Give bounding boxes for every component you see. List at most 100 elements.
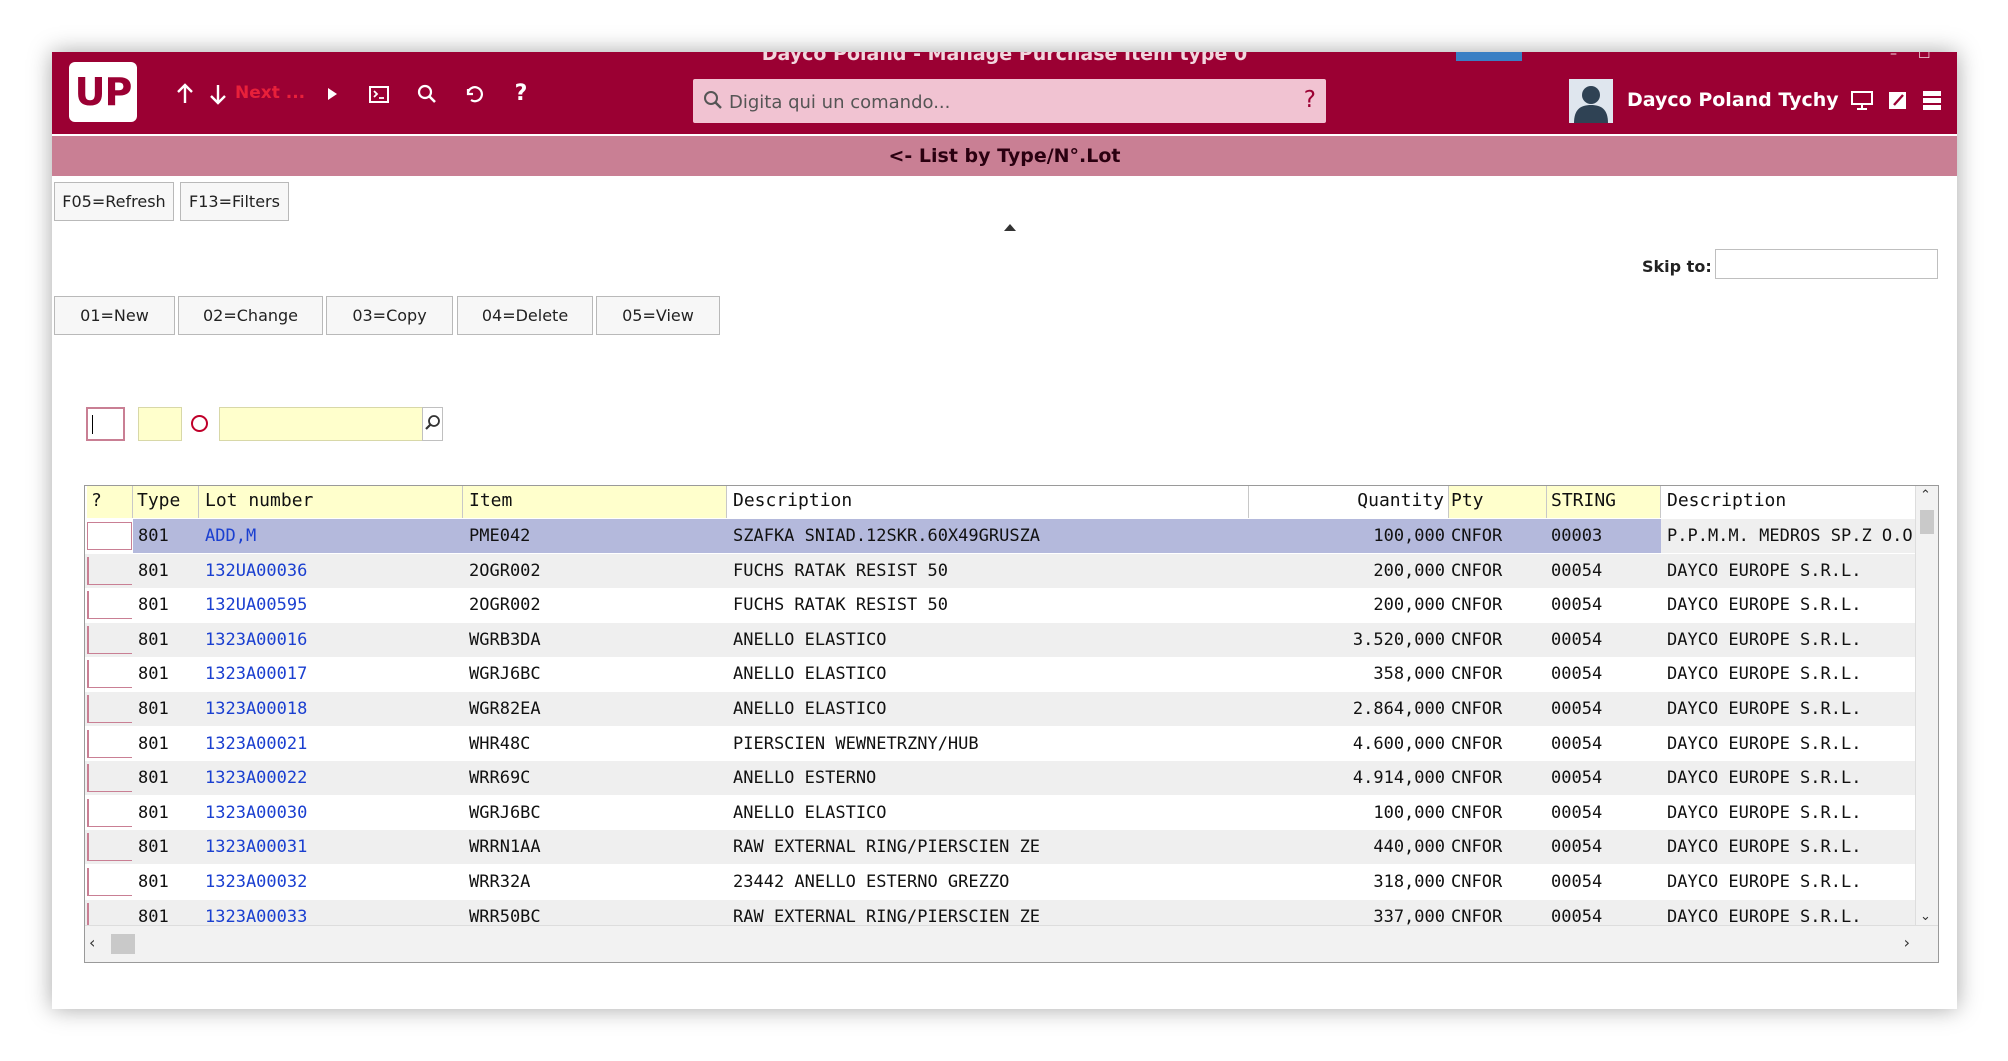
top-toolbar: Dayco Poland - Manage Purchase Item type…	[52, 52, 1957, 134]
collapse-caret-icon[interactable]	[1004, 224, 1016, 231]
cell-item: WGRB3DA	[469, 629, 541, 650]
column-header-option[interactable]: ?	[87, 486, 133, 518]
table-row[interactable]: 801 1323A00016 WGRB3DA ANELLO ELASTICO 3.520…	[85, 622, 1915, 657]
column-header-string[interactable]: STRING	[1547, 486, 1661, 518]
skip-to-input[interactable]	[1715, 249, 1938, 279]
lot-number-link[interactable]: 1323A00016	[199, 623, 463, 657]
scroll-down-icon[interactable]: ⌄	[1920, 909, 1931, 924]
row-option-input[interactable]	[87, 798, 132, 827]
undo-icon[interactable]	[459, 79, 489, 109]
table-row[interactable]: 801 132UA00036 2OGR002 FUCHS RATAK RESIST 5…	[85, 553, 1915, 588]
row-option-input[interactable]	[87, 833, 132, 862]
row-option-input[interactable]	[87, 660, 132, 689]
menu-icon[interactable]	[1920, 88, 1944, 112]
table-row[interactable]: 801 ADD,M PME042 SZAFKA SNIAD.12SKR.60X49GR…	[85, 519, 1919, 553]
lot-number-link[interactable]: ADD,M	[199, 519, 463, 553]
cell-description: ANELLO ELASTICO	[733, 699, 887, 719]
cell-quantity: 3.520,000	[1352, 629, 1445, 650]
command-input[interactable]	[727, 79, 1291, 125]
new-button[interactable]: 01=New	[54, 296, 175, 335]
next-button[interactable]: Next ...	[235, 83, 305, 103]
column-header-type[interactable]: Type	[133, 486, 199, 518]
type-filter-input[interactable]	[138, 407, 182, 441]
column-header-pty[interactable]: Pty	[1449, 486, 1547, 518]
lot-number-link[interactable]: 1323A00022	[199, 761, 463, 795]
row-option-input[interactable]	[87, 591, 132, 620]
table-row[interactable]: 801 1323A00022 WRR69C ANELLO ESTERNO 4.914,0…	[85, 761, 1915, 796]
radio-option-icon[interactable]	[191, 415, 208, 432]
maximize-button[interactable]: ☐	[1918, 52, 1931, 62]
search-icon[interactable]	[412, 79, 442, 109]
lot-filter-input[interactable]	[219, 407, 424, 441]
lot-number-link[interactable]: 132UA00595	[199, 588, 463, 622]
cell-pty: CNFOR	[1451, 595, 1503, 616]
cell-string: 00054	[1551, 768, 1603, 789]
cell-string: 00054	[1551, 560, 1603, 581]
minimize-button[interactable]: –	[1890, 52, 1897, 62]
table-row[interactable]: 801 1323A00018 WGR82EA ANELLO ELASTICO 2.864…	[85, 692, 1915, 726]
lot-number-link[interactable]: 1323A00031	[199, 830, 463, 864]
scroll-right-icon[interactable]: ›	[1904, 933, 1910, 952]
refresh-button[interactable]: F05=Refresh	[54, 182, 174, 221]
cell-item: WRRN1AA	[469, 837, 541, 858]
option-filter-input[interactable]	[86, 407, 125, 441]
window-title: Dayco Poland - Manage Purchase Item type…	[761, 52, 1248, 65]
change-button[interactable]: 02=Change	[178, 296, 323, 335]
column-header-description[interactable]: Description	[727, 486, 1249, 518]
column-header-item[interactable]: Item	[463, 486, 727, 518]
command-help-icon[interactable]: ?	[1304, 87, 1316, 113]
cell-description2: DAYCO EUROPE S.R.L.	[1667, 733, 1862, 754]
lot-number-link[interactable]: 1323A00032	[199, 865, 463, 899]
table-row[interactable]: 801 1323A00021 WHR48C PIERSCIEN WEWNETRZNY/…	[85, 726, 1915, 761]
lot-number-link[interactable]: 1323A00017	[199, 657, 463, 691]
lot-number-link[interactable]: 1323A00030	[199, 796, 463, 830]
lot-number-link[interactable]: 132UA00036	[199, 554, 463, 588]
cell-description: 23442 ANELLO ESTERNO GREZZO	[733, 872, 1010, 892]
table-row[interactable]: 801 1323A00017 WGRJ6BC ANELLO ELASTICO 358,0…	[85, 657, 1915, 692]
command-bar[interactable]: ?	[693, 79, 1326, 125]
lookup-button[interactable]	[422, 407, 443, 441]
monitor-icon[interactable]	[1850, 88, 1874, 112]
row-option-input[interactable]	[87, 522, 132, 550]
row-option-input[interactable]	[87, 868, 132, 896]
edit-icon[interactable]	[1886, 88, 1910, 112]
table-row[interactable]: 801 1323A00031 WRRN1AA RAW EXTERNAL RING/PI…	[85, 830, 1915, 865]
cell-item: WRR69C	[469, 768, 531, 789]
arrow-down-icon[interactable]	[203, 79, 233, 109]
table-row[interactable]: 801 1323A00032 WRR32A 23442 ANELLO ESTERNO …	[85, 865, 1915, 899]
terminal-icon[interactable]	[364, 79, 394, 109]
scroll-thumb-horizontal[interactable]	[111, 934, 135, 954]
copy-button[interactable]: 03=Copy	[326, 296, 453, 335]
lot-number-link[interactable]: 1323A00021	[199, 727, 463, 761]
help-icon[interactable]: ?	[506, 79, 536, 109]
column-header-lot[interactable]: Lot number	[199, 486, 463, 518]
user-name[interactable]: Dayco Poland Tychy	[1627, 89, 1839, 111]
delete-button[interactable]: 04=Delete	[457, 296, 593, 335]
cell-type: 801	[138, 664, 169, 685]
search-icon	[704, 91, 722, 109]
avatar[interactable]	[1569, 79, 1613, 123]
cell-description: ANELLO ESTERNO	[733, 768, 877, 789]
scroll-up-icon[interactable]: ⌃	[1920, 488, 1931, 503]
arrow-up-icon[interactable]	[170, 79, 200, 109]
view-button[interactable]: 05=View	[596, 296, 720, 335]
horizontal-scrollbar[interactable]: ‹ ›	[85, 925, 1938, 962]
vertical-scrollbar[interactable]: ⌃ ⌄	[1915, 486, 1938, 926]
text-cursor	[92, 415, 93, 434]
cell-string: 00054	[1551, 664, 1603, 685]
filters-button[interactable]: F13=Filters	[180, 182, 289, 221]
column-header-quantity[interactable]: Quantity	[1249, 486, 1449, 518]
cell-quantity: 200,000	[1373, 595, 1445, 616]
row-option-input[interactable]	[87, 625, 132, 654]
row-option-input[interactable]	[87, 729, 132, 758]
scroll-left-icon[interactable]: ‹	[89, 933, 95, 952]
row-option-input[interactable]	[87, 556, 132, 585]
table-row[interactable]: 801 132UA00595 2OGR002 FUCHS RATAK RESIST 5…	[85, 588, 1915, 623]
table-row[interactable]: 801 1323A00030 WGRJ6BC ANELLO ELASTICO 100,0…	[85, 795, 1915, 830]
lot-number-link[interactable]: 1323A00018	[199, 692, 463, 726]
column-header-description2[interactable]: Description	[1661, 486, 1921, 518]
play-icon[interactable]	[317, 79, 347, 109]
row-option-input[interactable]	[87, 695, 132, 723]
row-option-input[interactable]	[87, 764, 132, 793]
scroll-thumb[interactable]	[1920, 510, 1934, 534]
